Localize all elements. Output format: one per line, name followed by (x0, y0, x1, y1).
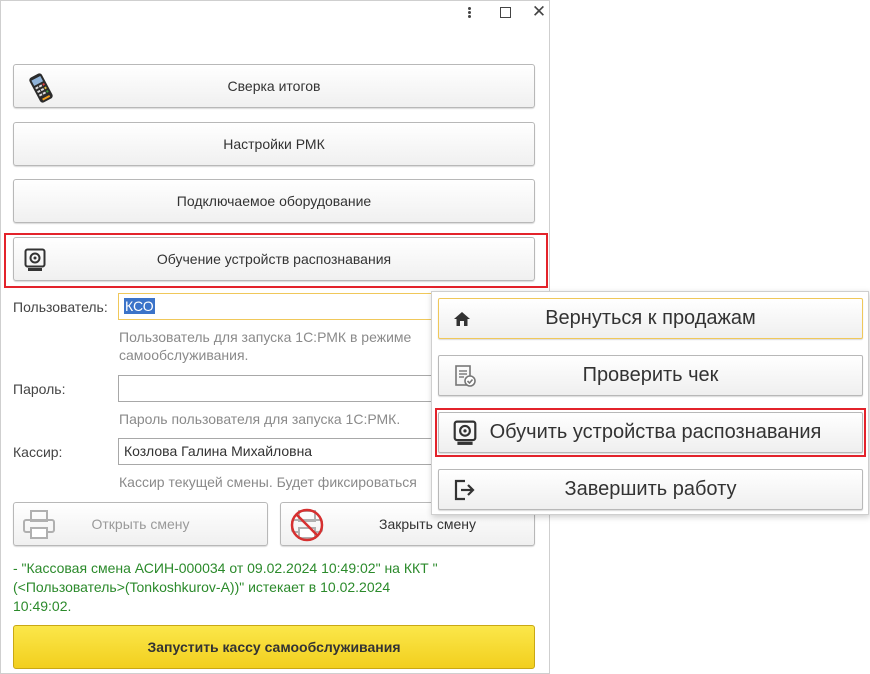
user-hint-line1: Пользователь для запуска 1С:РМК в режиме (119, 329, 412, 345)
equipment-label: Подключаемое оборудование (176, 193, 372, 209)
check-receipt-button[interactable]: Проверить чек (438, 355, 863, 396)
cashier-value: Козлова Галина Михайловна (124, 443, 313, 459)
password-hint: Пароль пользователя для запуска 1С:РМК. (119, 411, 401, 427)
camera-icon (453, 420, 477, 452)
train-devices-label: Обучить устройства распознавания (489, 421, 822, 443)
receipt-check-icon (453, 364, 477, 394)
train-devices-button[interactable]: Обучить устройства распознавания (438, 412, 863, 453)
equipment-button[interactable]: Подключаемое оборудование (13, 179, 535, 223)
rmk-settings-button[interactable]: Настройки РМК (13, 122, 535, 166)
shift-message-line2: (<Пользователь>(Tonkoshkurov-A))" истека… (13, 579, 391, 595)
printer-icon (22, 510, 56, 543)
more-menu-icon[interactable] (458, 2, 480, 22)
cashier-input[interactable]: Козлова Галина Михайловна (118, 438, 448, 465)
launch-self-checkout-button[interactable]: Запустить кассу самообслуживания (13, 625, 535, 669)
user-label: Пользователь: (13, 299, 108, 315)
open-shift-label: Открыть смену (91, 516, 190, 532)
card-terminal-icon (24, 71, 58, 108)
reconciliation-button[interactable]: Сверка итогов (13, 64, 535, 108)
exit-icon (453, 479, 477, 507)
return-to-sales-label: Вернуться к продажам (545, 307, 756, 329)
train-recognition-label: Обучение устройств распознавания (156, 251, 392, 267)
user-value: КСО (124, 298, 155, 314)
finish-work-label: Завершить работу (564, 478, 737, 500)
cashier-hint: Кассир текущей смены. Будет фиксироватьс… (119, 474, 417, 490)
password-label: Пароль: (13, 381, 66, 397)
return-to-sales-button[interactable]: Вернуться к продажам (438, 298, 863, 339)
check-receipt-label: Проверить чек (582, 364, 719, 386)
close-shift-icon (289, 508, 325, 545)
maximize-icon[interactable] (494, 2, 516, 22)
reconciliation-label: Сверка итогов (227, 78, 321, 94)
user-input[interactable]: КСО (118, 293, 448, 320)
close-shift-label: Закрыть смену (379, 516, 476, 532)
open-shift-button[interactable]: Открыть смену (13, 502, 268, 546)
camera-icon (24, 248, 46, 275)
home-icon (453, 310, 471, 334)
launch-self-checkout-label: Запустить кассу самообслуживания (147, 639, 401, 655)
finish-work-button[interactable]: Завершить работу (438, 469, 863, 510)
cashier-label: Кассир: (13, 444, 63, 460)
user-hint-line2: самообслуживания. (119, 347, 249, 363)
train-recognition-button[interactable]: Обучение устройств распознавания (13, 237, 535, 281)
rmk-settings-label: Настройки РМК (223, 136, 325, 152)
password-input[interactable] (118, 375, 448, 402)
shift-message-line3: 10:49:02. (13, 598, 72, 614)
close-icon[interactable]: ✕ (528, 2, 550, 22)
self-checkout-menu: Вернуться к продажам Проверить чек Обучи (431, 291, 869, 515)
shift-message-line1: - "Кассовая смена АСИН-000034 от 09.02.2… (13, 560, 438, 576)
